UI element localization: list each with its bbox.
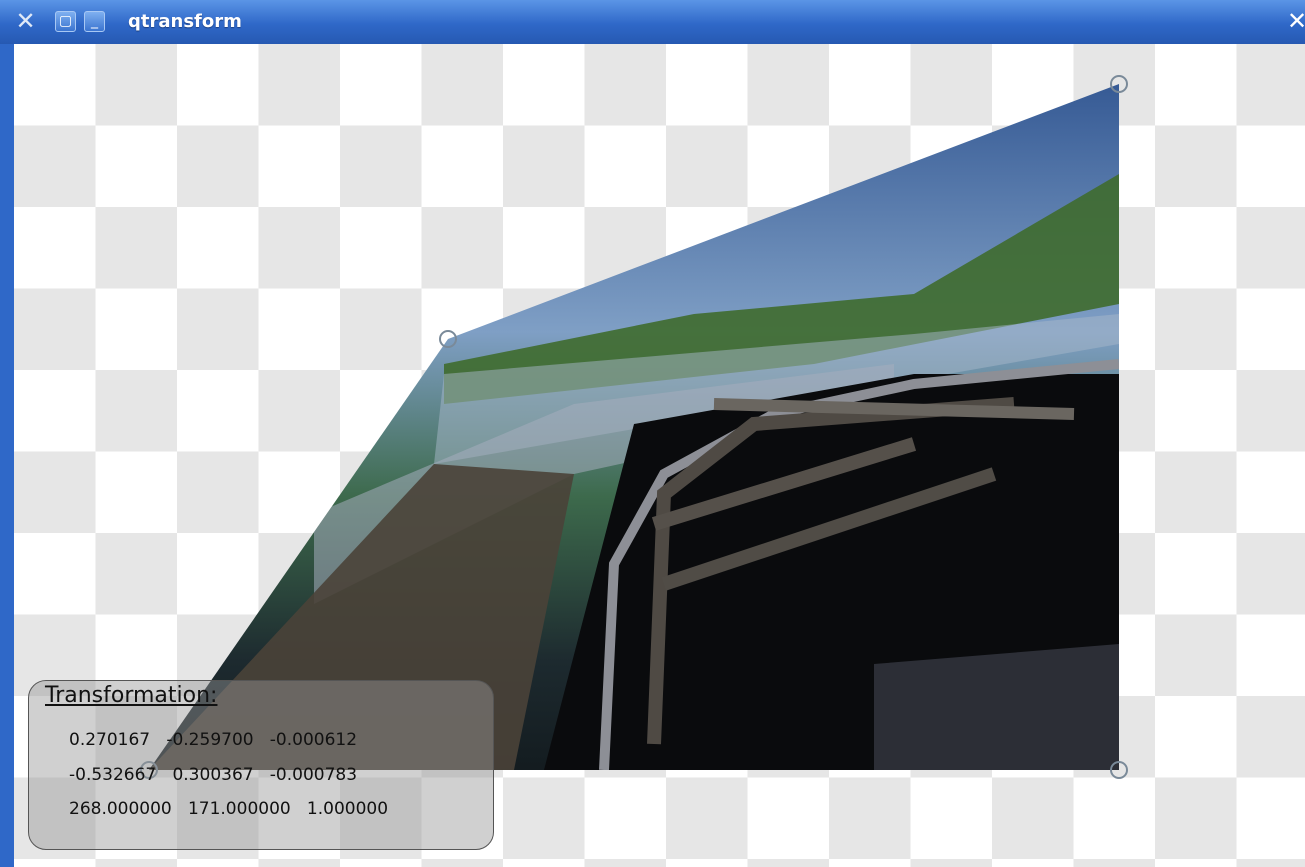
matrix-row-2: -0.532667 0.300367 -0.000783 [69, 765, 358, 785]
window-title: qtransform [128, 11, 242, 32]
window-titlebar: ✕ ▢ _ qtransform ✕ [0, 0, 1305, 44]
minimize-button[interactable]: _ [84, 11, 105, 32]
transformation-panel: Transformation: 0.270167 -0.259700 -0.00… [28, 680, 494, 850]
maximize-button[interactable]: ▢ [55, 11, 76, 32]
matrix-row-3: 268.000000 171.000000 1.000000 [69, 799, 389, 819]
matrix-row-1: 0.270167 -0.259700 -0.000612 [69, 730, 358, 750]
close-x-icon[interactable]: ✕ [15, 9, 36, 33]
close-button[interactable]: ✕ [1285, 9, 1305, 33]
transformation-title: Transformation: [45, 683, 218, 708]
